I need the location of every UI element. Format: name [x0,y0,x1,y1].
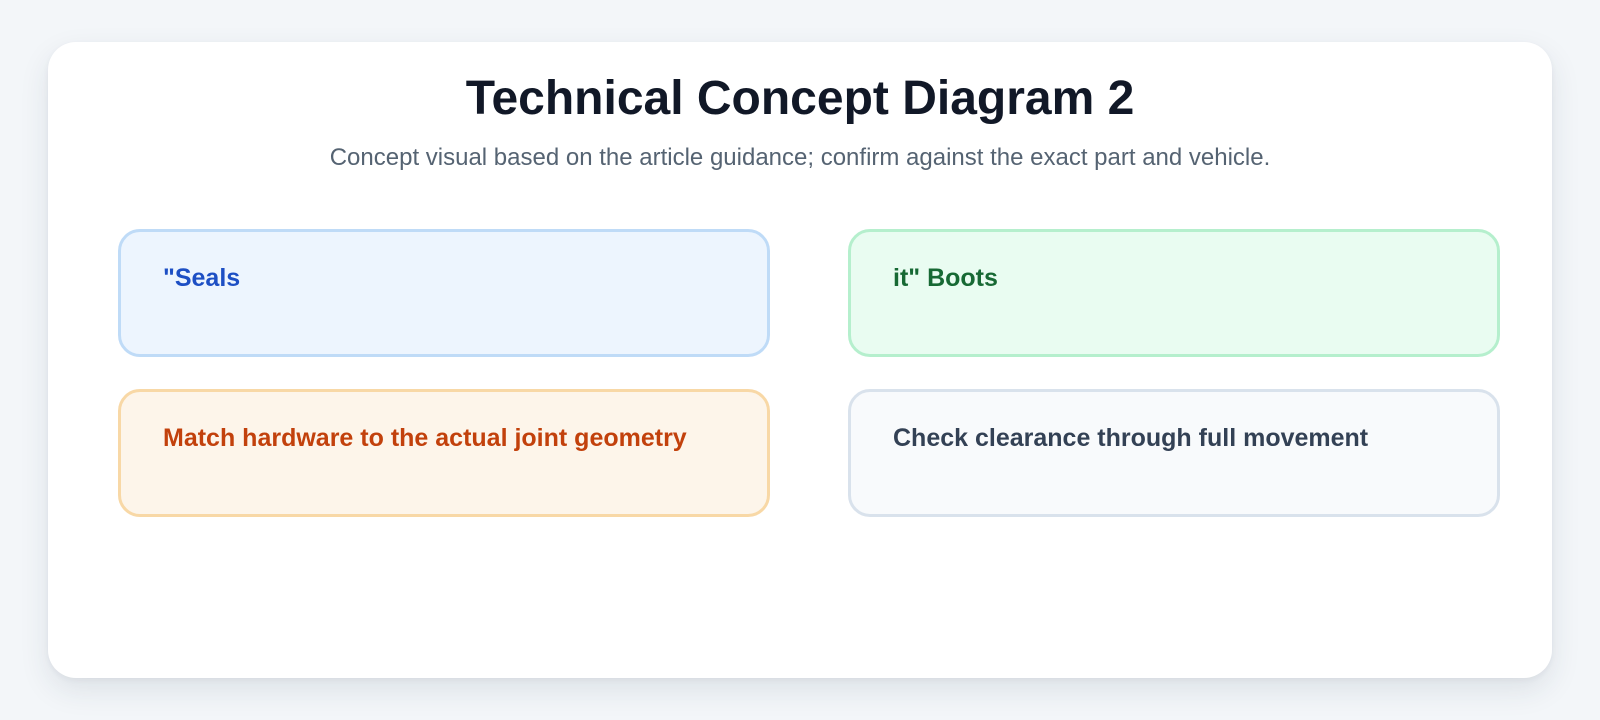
concept-box-label: "Seals [163,264,241,292]
concept-box-label: Check clearance through full movement [893,424,1369,452]
diagram-subtitle: Concept visual based on the article guid… [329,144,1271,171]
diagram-card: Technical Concept Diagram 2 Concept visu… [48,42,1552,678]
diagram-title: Technical Concept Diagram 2 [465,72,1135,125]
concept-box-boots: it" Boots [848,229,1500,357]
concept-box-label: Match hardware to the actual joint geome… [163,424,687,452]
concept-box-seals: "Seals [118,229,770,357]
concept-box-label: it" Boots [893,264,998,292]
concept-box-match-hardware: Match hardware to the actual joint geome… [118,389,770,517]
concept-box-check-clearance: Check clearance through full movement [848,389,1500,517]
